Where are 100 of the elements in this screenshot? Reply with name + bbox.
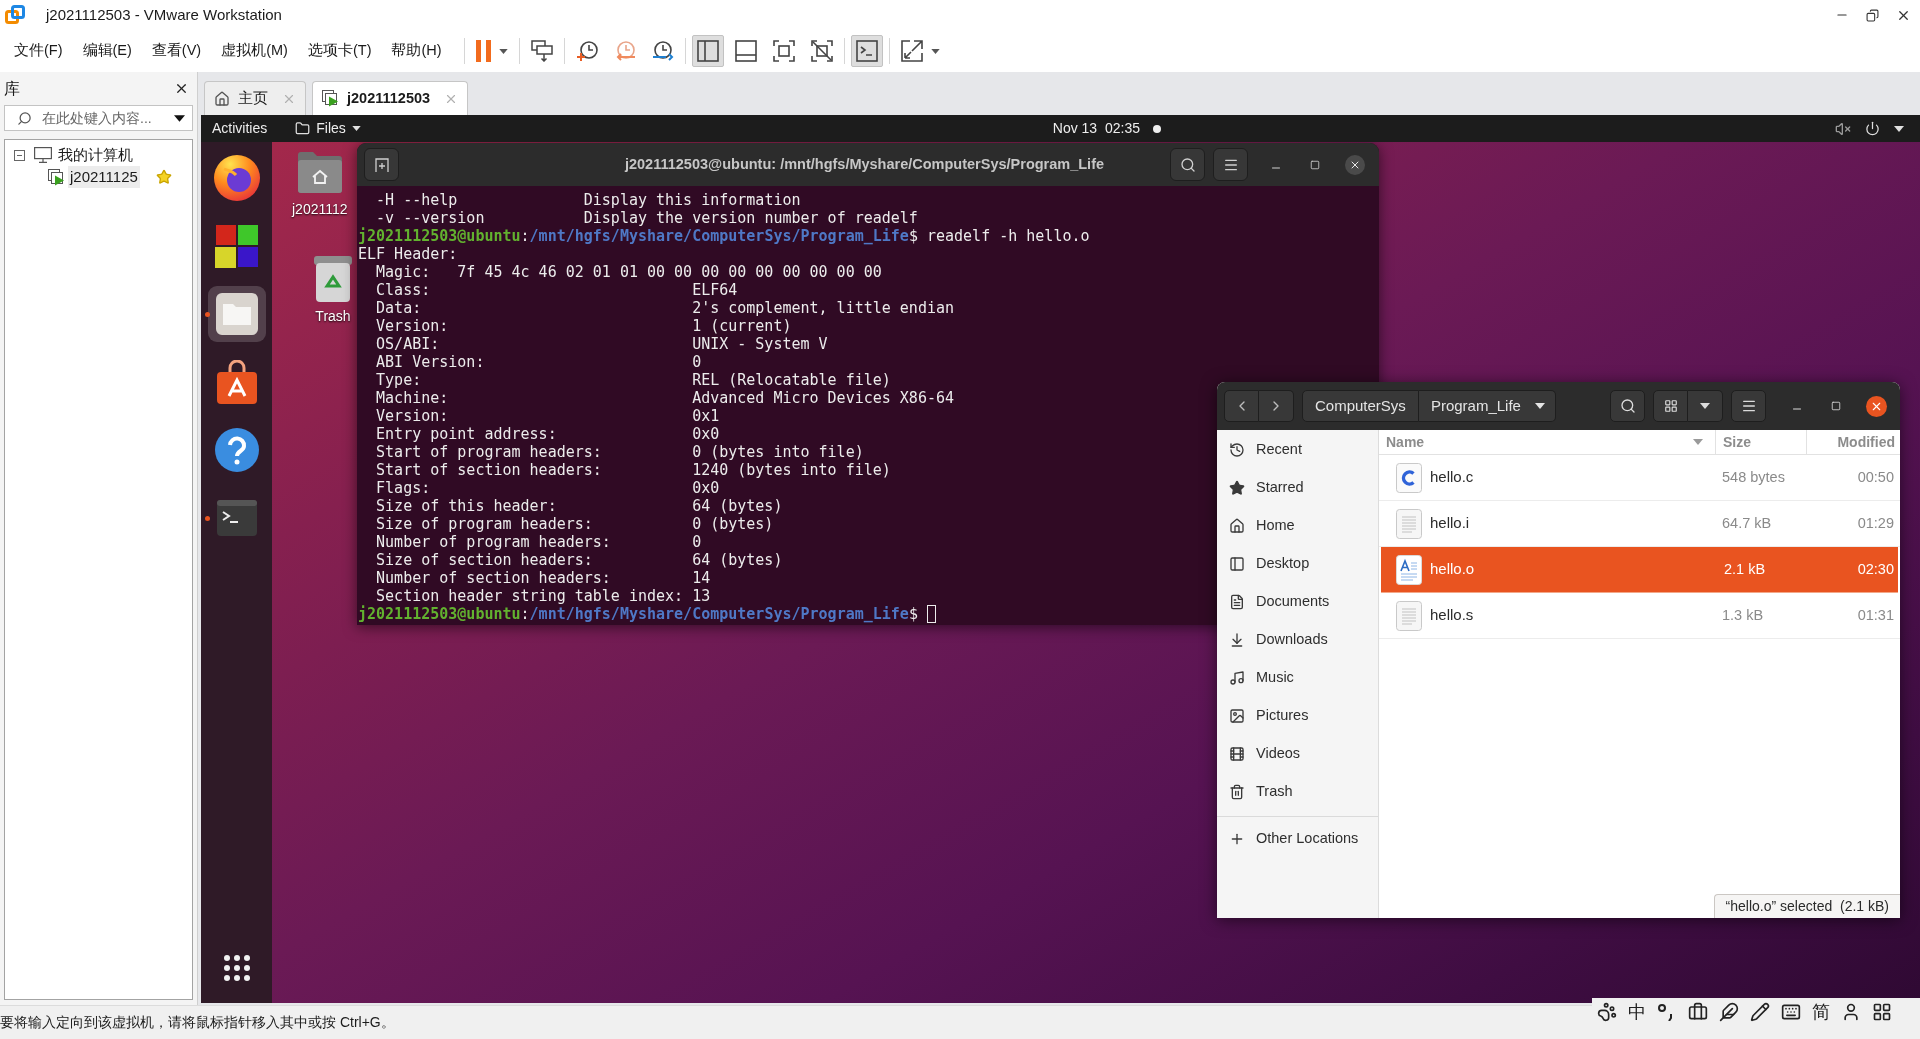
grid-view-icon <box>1663 399 1678 413</box>
text-file-icon <box>1396 508 1422 539</box>
document-file-icon <box>1396 554 1422 585</box>
file-size: 2.1 kB <box>1723 559 1767 579</box>
terminal-output: 2's complement, little endian <box>692 299 955 317</box>
caret-icon <box>930 48 940 54</box>
tab[interactable]: 主页 <box>204 81 306 115</box>
desktop-icon-label: j2021112 <box>292 200 348 219</box>
activities-button[interactable]: Activities <box>212 118 268 139</box>
sidebar-item[interactable]: Home <box>1217 507 1378 545</box>
view-options-button[interactable] <box>1688 390 1723 422</box>
search-button[interactable] <box>1610 390 1645 422</box>
search-field[interactable]: 在此处键入内容... <box>4 105 193 131</box>
home-folder-icon[interactable] <box>297 151 342 193</box>
desktop-icon-label: Trash <box>315 307 351 326</box>
caret-icon <box>1700 403 1710 409</box>
tab[interactable]: j2021112503 <box>312 81 469 115</box>
paw-icon[interactable] <box>1597 1002 1617 1022</box>
terminal-output: 1240 (bytes into file) <box>692 461 891 479</box>
sidebar-item[interactable]: Trash <box>1217 773 1378 811</box>
sidebar-item[interactable]: Music <box>1217 659 1378 697</box>
pencil-icon[interactable] <box>1750 1002 1770 1022</box>
terminal-output: 1 (current) <box>692 317 792 335</box>
shopping-bag-icon <box>216 360 257 404</box>
terminal-output: 0x0 <box>692 479 720 497</box>
terminal-output: ELF64 <box>692 281 738 299</box>
terminal-output: Number of program headers: <box>376 533 611 551</box>
restore-icon[interactable] <box>1866 8 1879 22</box>
monitor-arrow-icon <box>530 40 553 62</box>
file-modified: 02:30 <box>1857 559 1894 579</box>
terminal-output: 0x1 <box>692 407 720 425</box>
close-button[interactable] <box>1866 395 1887 417</box>
file-row[interactable]: hello.s 1.3 kB 01:31 <box>1379 593 1900 639</box>
menu-button[interactable] <box>1213 148 1248 181</box>
app-menu[interactable]: Files <box>295 118 361 139</box>
menu-item[interactable]: 文件(F) <box>10 40 67 62</box>
menu-item[interactable]: 查看(V) <box>147 40 206 62</box>
terminal-output: Version: <box>376 407 449 425</box>
sidebar-item[interactable]: Videos <box>1217 735 1378 773</box>
toolbar-button[interactable] <box>850 35 883 67</box>
back-button[interactable] <box>1224 390 1259 422</box>
terminal-output: 64 (bytes) <box>692 497 783 515</box>
maximize-icon[interactable] <box>1831 401 1841 411</box>
terminal-output: Number of section headers: <box>376 569 611 587</box>
input-mode-toggle[interactable]: 中 <box>1628 998 1646 1026</box>
clock-menu[interactable]: Nov 13 02:35 <box>1052 118 1161 139</box>
menu-button[interactable] <box>1731 390 1766 422</box>
menu-item[interactable]: 选项卡(T) <box>303 40 376 62</box>
path-button[interactable]: Program_Life <box>1418 390 1556 422</box>
maximize-icon[interactable] <box>1310 159 1320 170</box>
sidebar-item[interactable]: Documents <box>1217 583 1378 621</box>
sidebar-item[interactable]: Pictures <box>1217 697 1378 735</box>
grid-icon[interactable] <box>1872 1002 1892 1022</box>
file-name: hello.o <box>1430 559 1475 580</box>
terminal-output: ELF Header: <box>358 245 458 263</box>
terminal-output: Magic: 7f 45 4c 46 02 01 01 00 00 00 00 00 00 00 00 00 <box>376 263 882 281</box>
terminal-output: 0x0 <box>692 425 720 443</box>
expand-icon <box>900 40 923 62</box>
toolbar-button[interactable] <box>691 35 724 67</box>
collapse-icon[interactable] <box>14 149 25 161</box>
tree-item[interactable]: 我的计算机 <box>58 143 133 167</box>
dock-item[interactable] <box>207 286 266 342</box>
close-button[interactable] <box>1345 154 1365 175</box>
cubes-icon <box>213 223 260 269</box>
keyboard-icon[interactable] <box>1781 1002 1801 1022</box>
menu-item[interactable]: 编辑(E) <box>78 40 136 62</box>
forward-button[interactable] <box>1259 390 1294 422</box>
speaker-muted-icon[interactable] <box>1835 120 1851 137</box>
file-row[interactable]: hello.c 548 bytes 00:50 <box>1379 455 1900 501</box>
view-toggle-button[interactable] <box>1653 390 1688 422</box>
power-icon[interactable] <box>1865 121 1880 136</box>
close-icon[interactable] <box>174 81 189 96</box>
sidebar-item[interactable]: Starred <box>1217 469 1378 507</box>
sidebar-item[interactable]: Other Locations <box>1217 820 1378 858</box>
caret-icon <box>1894 125 1904 132</box>
terminal-output: 0 (bytes into file) <box>692 443 864 461</box>
terminal-output: Flags: <box>376 479 431 497</box>
vm-icon <box>322 90 339 107</box>
charset-toggle[interactable]: 简 <box>1812 998 1830 1026</box>
menu-item[interactable]: 虚拟机(M) <box>217 40 292 62</box>
clock-arrows-icon <box>651 40 674 62</box>
menu-item[interactable]: 帮助(H) <box>387 40 446 62</box>
file-row[interactable]: hello.o 2.1 kB 02:30 <box>1381 547 1898 593</box>
tree-item[interactable]: j20211125 <box>68 165 140 189</box>
search-icon <box>1619 398 1636 414</box>
toolbox-icon[interactable] <box>1688 1002 1708 1022</box>
sidebar-item[interactable]: Recent <box>1217 431 1378 469</box>
new-tab-button[interactable] <box>364 148 399 181</box>
trash-bin-icon[interactable] <box>314 256 352 302</box>
house-icon <box>214 90 230 107</box>
path-button[interactable]: ComputerSys <box>1302 390 1419 422</box>
search-button[interactable] <box>1170 148 1205 181</box>
sidebar-item[interactable]: Downloads <box>1217 621 1378 659</box>
app-grid-icon[interactable] <box>223 955 250 981</box>
feather-icon[interactable] <box>1719 1002 1739 1022</box>
caret-icon <box>174 114 185 122</box>
help-icon <box>214 428 259 472</box>
sidebar-item[interactable]: Desktop <box>1217 545 1378 583</box>
terminal-output: ABI Version: <box>376 353 485 371</box>
user-icon[interactable] <box>1841 1002 1861 1022</box>
